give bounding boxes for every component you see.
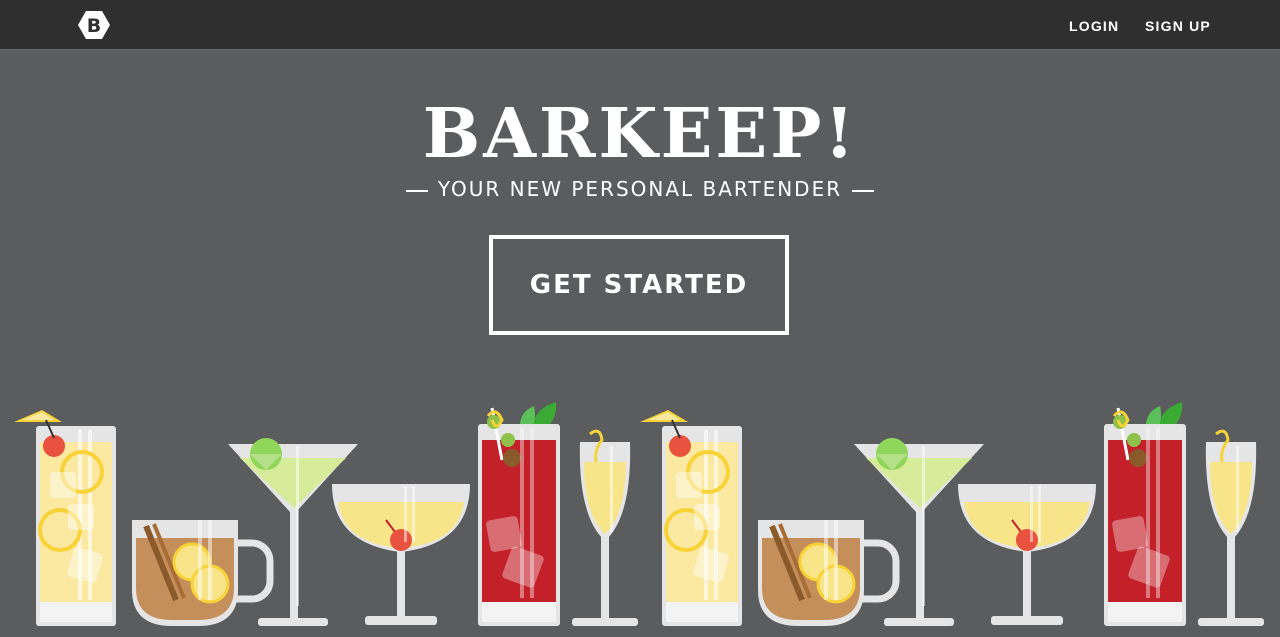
cocktail-illustration (0, 380, 1280, 637)
subtitle-text: YOUR NEW PERSONAL BARTENDER (437, 177, 843, 201)
drink-set-1 (14, 402, 638, 626)
subtitle-left-dash (405, 189, 428, 192)
hero-subtitle: YOUR NEW PERSONAL BARTENDER (0, 177, 1280, 201)
subtitle-right-dash (852, 189, 875, 192)
login-link[interactable]: LOGIN (1069, 18, 1119, 34)
drink-set-2 (640, 402, 1264, 626)
get-started-button[interactable]: GET STARTED (489, 235, 789, 335)
hero-title: BARKEEP! (422, 94, 858, 174)
barkeep-logo-icon[interactable]: B (77, 9, 111, 41)
signup-link[interactable]: SIGN UP (1145, 18, 1211, 34)
top-navbar: B LOGIN SIGN UP (0, 0, 1280, 50)
svg-text:B: B (87, 15, 101, 37)
